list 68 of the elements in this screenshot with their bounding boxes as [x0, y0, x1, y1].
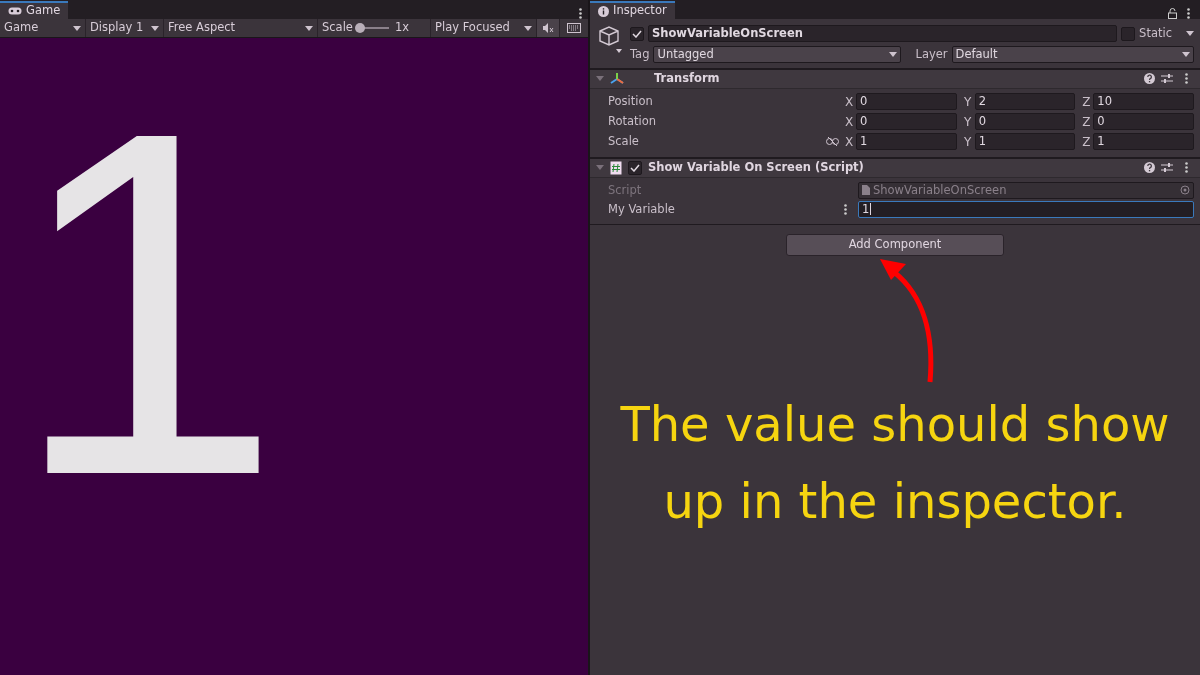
file-icon — [862, 185, 870, 196]
more-icon[interactable] — [1185, 162, 1188, 173]
component-title: Show Variable On Screen (Script) — [648, 158, 865, 176]
keyboard-icon[interactable] — [567, 23, 581, 33]
toolbar-dropdown[interactable]: Game — [0, 19, 86, 37]
static-label: Static — [1139, 25, 1172, 42]
axis-label: Y — [963, 93, 973, 111]
axis-label: Z — [1081, 93, 1092, 111]
axis-label: Y — [963, 113, 973, 131]
caret-icon[interactable] — [1186, 31, 1194, 37]
axis-label: Z — [1081, 133, 1092, 151]
number-field[interactable]: 10 — [1093, 93, 1194, 110]
annotation-text: The value should show — [619, 395, 1171, 454]
property-label: Position — [608, 92, 654, 110]
number-field[interactable]: 0 — [856, 113, 957, 130]
toolbar-dropdown[interactable]: Display 1 — [86, 19, 164, 37]
info-icon — [598, 5, 609, 17]
settings-sliders-icon[interactable] — [1161, 73, 1173, 84]
axis-label: X — [843, 93, 855, 111]
script-icon — [610, 160, 622, 175]
tag-label: Tag — [630, 46, 650, 64]
game-view-number: 1 — [10, 58, 283, 548]
annotation-text: up in the inspector. — [662, 471, 1128, 531]
enabled-checkbox[interactable] — [628, 160, 642, 175]
layer-label: Layer — [915, 46, 948, 64]
number-field[interactable]: 1 — [858, 200, 1194, 218]
number-field[interactable]: 0 — [974, 113, 1076, 130]
foldout-icon[interactable] — [596, 165, 604, 170]
more-icon[interactable] — [1187, 8, 1190, 19]
help-icon[interactable] — [1144, 73, 1155, 84]
number-field[interactable]: 2 — [974, 93, 1076, 110]
property-label: Rotation — [608, 112, 658, 130]
layer-dropdown[interactable]: Default — [951, 46, 1194, 64]
static-checkbox[interactable] — [1121, 26, 1136, 41]
axis-label: Z — [1081, 113, 1092, 131]
lock-icon[interactable] — [1168, 8, 1177, 19]
help-icon[interactable] — [1144, 162, 1155, 173]
axis-label: Y — [963, 133, 973, 151]
object-name-field[interactable]: ShowVariableOnScreen — [648, 25, 1118, 43]
drag-handle-icon[interactable] — [844, 203, 847, 215]
mute-audio-icon[interactable] — [542, 23, 554, 33]
active-checkbox[interactable] — [630, 26, 644, 41]
gamepad-icon — [8, 7, 22, 15]
more-icon[interactable] — [579, 8, 582, 19]
scale-label: Scale — [322, 19, 353, 37]
axis-label: X — [843, 113, 855, 131]
axis-icon — [610, 72, 624, 85]
number-field[interactable]: 0 — [856, 93, 957, 110]
number-field[interactable]: 1 — [856, 133, 957, 150]
add-component-button[interactable]: Add Component — [786, 234, 1004, 256]
more-icon[interactable] — [1185, 73, 1188, 84]
scale-reading: 1x — [394, 19, 410, 37]
link-icon[interactable] — [825, 137, 839, 146]
settings-sliders-icon[interactable] — [1161, 162, 1173, 173]
property-label: Scale — [608, 132, 640, 150]
number-field[interactable]: 0 — [1093, 113, 1194, 130]
cube-icon[interactable] — [596, 25, 624, 55]
component-title: Transform — [654, 69, 721, 87]
property-label: Script — [608, 181, 643, 199]
number-field[interactable]: 1 — [974, 133, 1076, 150]
game-tab[interactable]: Game — [0, 1, 69, 19]
axis-label: X — [843, 133, 855, 151]
property-label: My Variable — [608, 200, 676, 218]
tag-dropdown[interactable]: Untagged — [653, 46, 902, 64]
toolbar-dropdown[interactable]: Free Aspect — [164, 19, 318, 37]
number-field[interactable]: 1 — [1093, 133, 1194, 150]
foldout-icon[interactable] — [596, 76, 604, 81]
inspector-tab[interactable]: Inspector — [590, 1, 675, 19]
